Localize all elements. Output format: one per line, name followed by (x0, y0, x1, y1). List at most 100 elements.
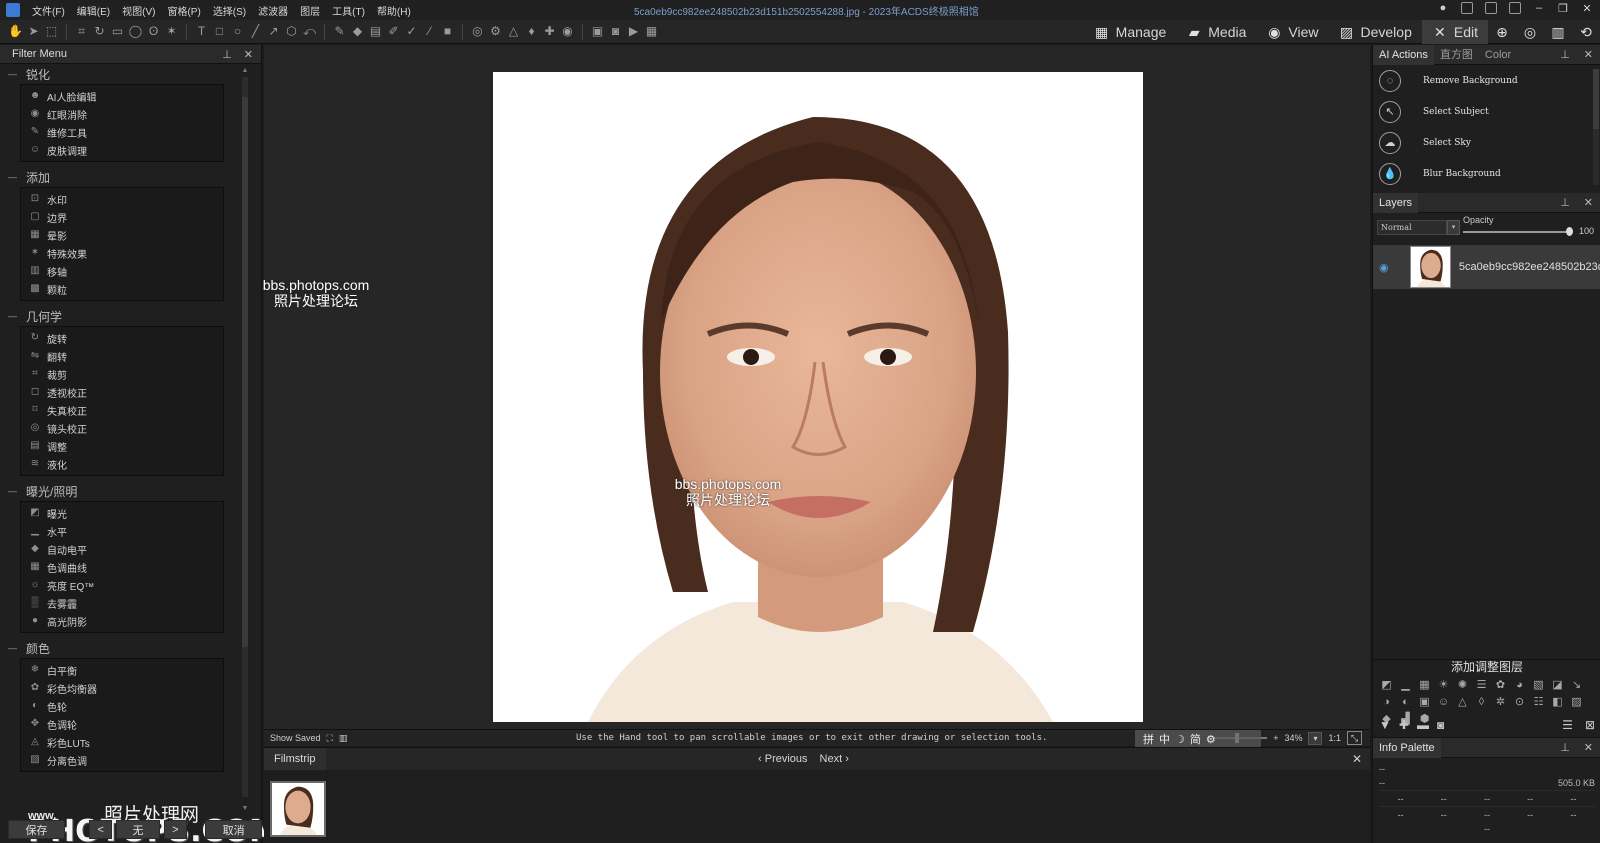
fill-tool-icon[interactable]: ◆ (350, 24, 365, 39)
filter-item[interactable]: ▦ 色调曲线 (21, 558, 223, 576)
hand-tool-icon[interactable]: ✋ (8, 24, 23, 39)
line-tool-icon[interactable]: ╱ (248, 24, 263, 39)
portrait-photo[interactable]: bbs.photops.com 照片处理论坛 (493, 72, 1143, 722)
filter-item[interactable]: ✶ 特殊效果 (21, 244, 223, 262)
image-canvas[interactable]: bbs.photops.com 照片处理论坛 bbs.photops.com 照… (263, 45, 1370, 729)
filter-scrollbar[interactable]: ▲ ▼ (240, 67, 250, 817)
filter-item[interactable]: ↻ 旋转 (21, 329, 223, 347)
redeye-tool-icon[interactable]: ◉ (560, 24, 575, 39)
tab-color[interactable]: Color (1479, 45, 1517, 65)
color-eq-icon[interactable]: ✿ (1493, 678, 1508, 692)
filter-item[interactable]: ◩ 曝光 (21, 504, 223, 522)
filter-item[interactable]: ✎ 维修工具 (21, 123, 223, 141)
play-tool-icon[interactable]: ▶ (626, 24, 641, 39)
moon-icon[interactable]: ☽ (1175, 733, 1185, 746)
filter-item[interactable]: ▤ 调整 (21, 437, 223, 455)
menu-edit[interactable]: 编辑(E) (71, 3, 116, 18)
menu-file[interactable]: 文件(F) (26, 3, 71, 18)
lasso-icon[interactable]: ʘ (146, 24, 161, 39)
color-balance-icon[interactable]: ☰ (1474, 678, 1489, 692)
filmstrip-tab[interactable]: Filmstrip (264, 748, 326, 770)
filter-item[interactable]: ▢ 边界 (21, 208, 223, 226)
filter-item[interactable]: ▦ 晕影 (21, 226, 223, 244)
tone-icon[interactable]: ▨ (1569, 695, 1584, 709)
filter-item[interactable]: ▧ 分离色调 (21, 751, 223, 769)
layer-row[interactable]: ◉ 5ca0eb9cc982ee248502b23d151b2502554288 (1373, 245, 1600, 289)
zoom-in-icon[interactable]: + (1273, 733, 1278, 743)
panel-tool-icon[interactable]: ▦ (644, 24, 659, 39)
mode-view[interactable]: ◉ View (1256, 20, 1328, 44)
scroll-thumb[interactable] (242, 97, 248, 647)
vignette-icon[interactable]: ⊙ (1512, 695, 1527, 709)
group-layer-icon[interactable]: ▬ (1417, 718, 1429, 732)
account-icon[interactable]: ● (1436, 2, 1450, 17)
mode-manage[interactable]: ▦ Manage (1084, 20, 1177, 44)
move-tool-icon[interactable]: ➤ (26, 24, 41, 39)
threshold-icon[interactable]: ▣ (1417, 695, 1432, 709)
prev-button[interactable]: < (88, 820, 113, 839)
effect-tool-icon[interactable]: ◎ (470, 24, 485, 39)
filter-item[interactable]: ❄ 白平衡 (21, 661, 223, 679)
menu-tools[interactable]: 工具(T) (326, 3, 371, 18)
magic-wand-icon[interactable]: ✶ (164, 24, 179, 39)
exposure-icon[interactable]: ◩ (1379, 678, 1394, 692)
curves-icon[interactable]: ▦ (1417, 678, 1432, 692)
stamp-icon[interactable]: ▼ (1379, 718, 1391, 732)
light-eq-icon[interactable]: ✺ (1455, 678, 1470, 692)
filter-item[interactable]: ⌗ 裁剪 (21, 365, 223, 383)
panel-close-icon[interactable]: ✕ (1584, 48, 1593, 61)
fx-icon[interactable]: ⊠ (1585, 718, 1595, 732)
tab-histogram[interactable]: 直方图 (1434, 45, 1479, 65)
filter-item[interactable]: ☺ 皮肤调理 (21, 141, 223, 159)
filter-item[interactable]: ☻ AI人脸编辑 (21, 87, 223, 105)
filter-group-title[interactable]: 添加 (0, 168, 236, 186)
filter-item[interactable]: ⊡ 水印 (21, 190, 223, 208)
filter-group-title[interactable]: 颜色 (0, 639, 236, 657)
wb-icon[interactable]: ◕ (1512, 678, 1527, 692)
fit-screen-icon[interactable]: ⤡ (1347, 731, 1362, 745)
actual-size-button[interactable]: 1:1 (1328, 733, 1341, 743)
record-tool-icon[interactable]: ◙ (608, 24, 623, 39)
mode-media[interactable]: ▰ Media (1176, 20, 1256, 44)
crop-tool-icon[interactable]: ⌗ (74, 24, 89, 39)
pin-tool-icon[interactable]: ♦ (524, 24, 539, 39)
ai-blur-background[interactable]: 💧 Blur Background (1373, 158, 1600, 189)
filter-item[interactable]: ◆ 自动电平 (21, 540, 223, 558)
tab-layers[interactable]: Layers (1373, 192, 1419, 213)
pin-icon[interactable]: ⊥ (222, 48, 232, 61)
pin-icon[interactable]: ⊥ (1560, 741, 1570, 754)
next-button[interactable]: > (163, 820, 188, 839)
ime-lang[interactable]: 中 (1159, 731, 1170, 747)
invert-icon[interactable]: ◑ (1379, 695, 1394, 709)
gradient-tool-icon[interactable]: ▤ (368, 24, 383, 39)
menu-pane[interactable]: 窗格(P) (161, 3, 206, 18)
ellipse-tool-icon[interactable]: ○ (230, 24, 245, 39)
select-ellipse-icon[interactable]: ◯ (128, 24, 143, 39)
filter-item[interactable]: ☼ 亮度 EQ™ (21, 576, 223, 594)
filter-item[interactable]: ≋ 液化 (21, 455, 223, 473)
mode-edit[interactable]: ✕ Edit (1421, 20, 1488, 44)
layout-right-icon[interactable] (1508, 2, 1522, 17)
filter-item[interactable]: ◉ 红眼消除 (21, 105, 223, 123)
menu-filter[interactable]: 滤波器 (252, 3, 294, 18)
ime-mode[interactable]: 拼 (1143, 731, 1154, 747)
text-tool-icon[interactable]: T (194, 24, 209, 39)
levels-icon[interactable]: ▁ (1398, 678, 1413, 692)
layout-left-icon[interactable] (1460, 2, 1474, 17)
blend-mode-select[interactable]: Normal ▾ (1377, 219, 1460, 235)
polygon-tool-icon[interactable]: ⬡ (284, 24, 299, 39)
scroll-down-icon[interactable]: ▼ (240, 805, 250, 812)
filter-item[interactable]: ✿ 彩色均衡器 (21, 679, 223, 697)
filter-item[interactable]: ⇋ 翻转 (21, 347, 223, 365)
transform-tool-icon[interactable]: ⬚ (44, 24, 59, 39)
noise-icon[interactable]: ✲ (1493, 695, 1508, 709)
visibility-eye-icon[interactable]: ◉ (1379, 261, 1392, 274)
filter-item[interactable]: ⌑ 失真校正 (21, 401, 223, 419)
close-icon[interactable]: ✕ (1580, 2, 1594, 17)
histogram-icon[interactable]: ▥ (339, 733, 348, 744)
filter-item[interactable]: ▒ 去雾霾 (21, 594, 223, 612)
bw-icon[interactable]: ◧ (1550, 695, 1565, 709)
filter-item[interactable]: ● 高光阴影 (21, 612, 223, 630)
drop-icon[interactable]: ◊ (1474, 695, 1489, 709)
filter-item[interactable]: ✥ 色调轮 (21, 715, 223, 733)
